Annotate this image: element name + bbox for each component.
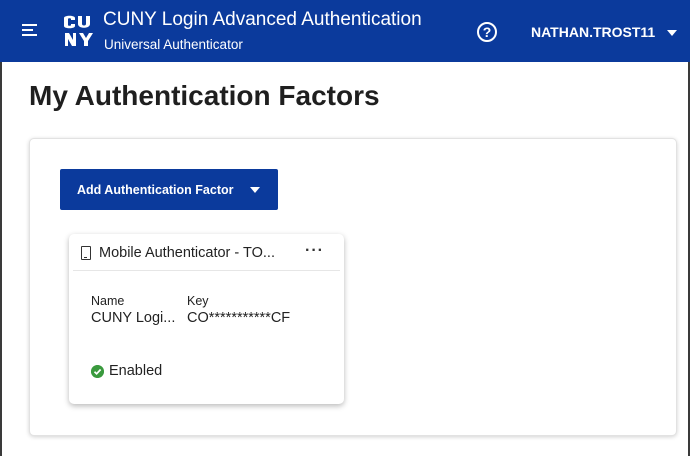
factor-card-title: Mobile Authenticator - TO... <box>99 245 275 261</box>
app-title: CUNY Login Advanced Authentication <box>103 9 422 30</box>
add-authentication-factor-button[interactable]: Add Authentication Factor <box>60 169 278 210</box>
caret-down-icon[interactable] <box>667 30 677 36</box>
caret-down-icon <box>250 187 260 193</box>
factor-card[interactable]: Mobile Authenticator - TO... ··· Name CU… <box>69 234 344 404</box>
card-divider <box>73 270 340 271</box>
app-subtitle: Universal Authenticator <box>104 37 243 52</box>
name-label: Name <box>91 294 125 308</box>
hamburger-icon[interactable] <box>22 24 37 38</box>
key-label: Key <box>187 294 209 308</box>
cuny-logo <box>64 15 93 46</box>
add-button-label: Add Authentication Factor <box>77 183 234 197</box>
help-circle-icon[interactable]: ? <box>477 22 497 42</box>
more-options-icon[interactable]: ··· <box>305 242 324 260</box>
name-value: CUNY Logi... <box>91 310 176 326</box>
check-circle-icon <box>91 365 104 378</box>
key-value: CO***********CF <box>187 310 291 326</box>
mobile-phone-icon <box>81 246 91 260</box>
user-menu-button[interactable]: NATHAN.TROST11 <box>531 24 655 40</box>
page-title: My Authentication Factors <box>29 80 380 111</box>
status-text: Enabled <box>109 363 163 379</box>
app-header: CUNY Login Advanced Authentication Unive… <box>0 0 690 62</box>
